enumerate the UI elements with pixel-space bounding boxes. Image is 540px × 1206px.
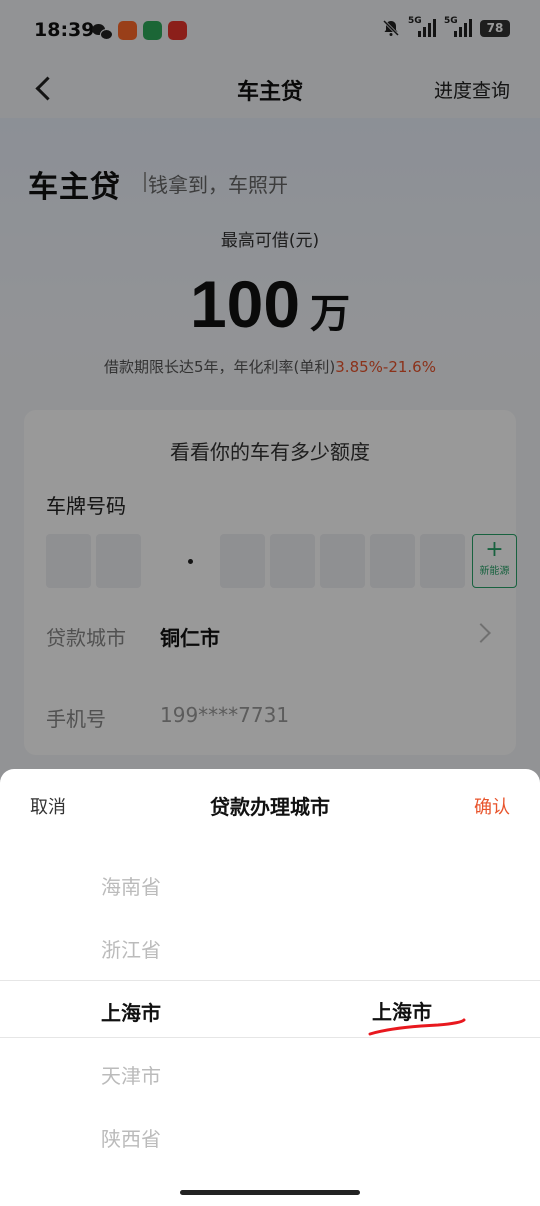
city-picker-wheel[interactable]: 海南省 浙江省 上海市 天津市 陕西省 上海市 — [0, 854, 540, 1170]
city-picker-sheet: 取消 贷款办理城市 确认 海南省 浙江省 上海市 天津市 陕西省 上海市 — [0, 769, 540, 1206]
home-indicator[interactable] — [180, 1190, 360, 1195]
sheet-title: 贷款办理城市 — [210, 795, 330, 819]
picker-option[interactable]: 陕西省 — [101, 1123, 161, 1152]
picker-option[interactable]: 天津市 — [101, 1060, 161, 1089]
picker-option[interactable]: 海南省 — [101, 871, 161, 900]
confirm-button[interactable]: 确认 — [474, 793, 510, 819]
red-underline-annotation — [368, 1018, 466, 1036]
picker-option[interactable]: 浙江省 — [101, 934, 161, 963]
picker-option-selected[interactable]: 上海市 — [101, 997, 161, 1026]
